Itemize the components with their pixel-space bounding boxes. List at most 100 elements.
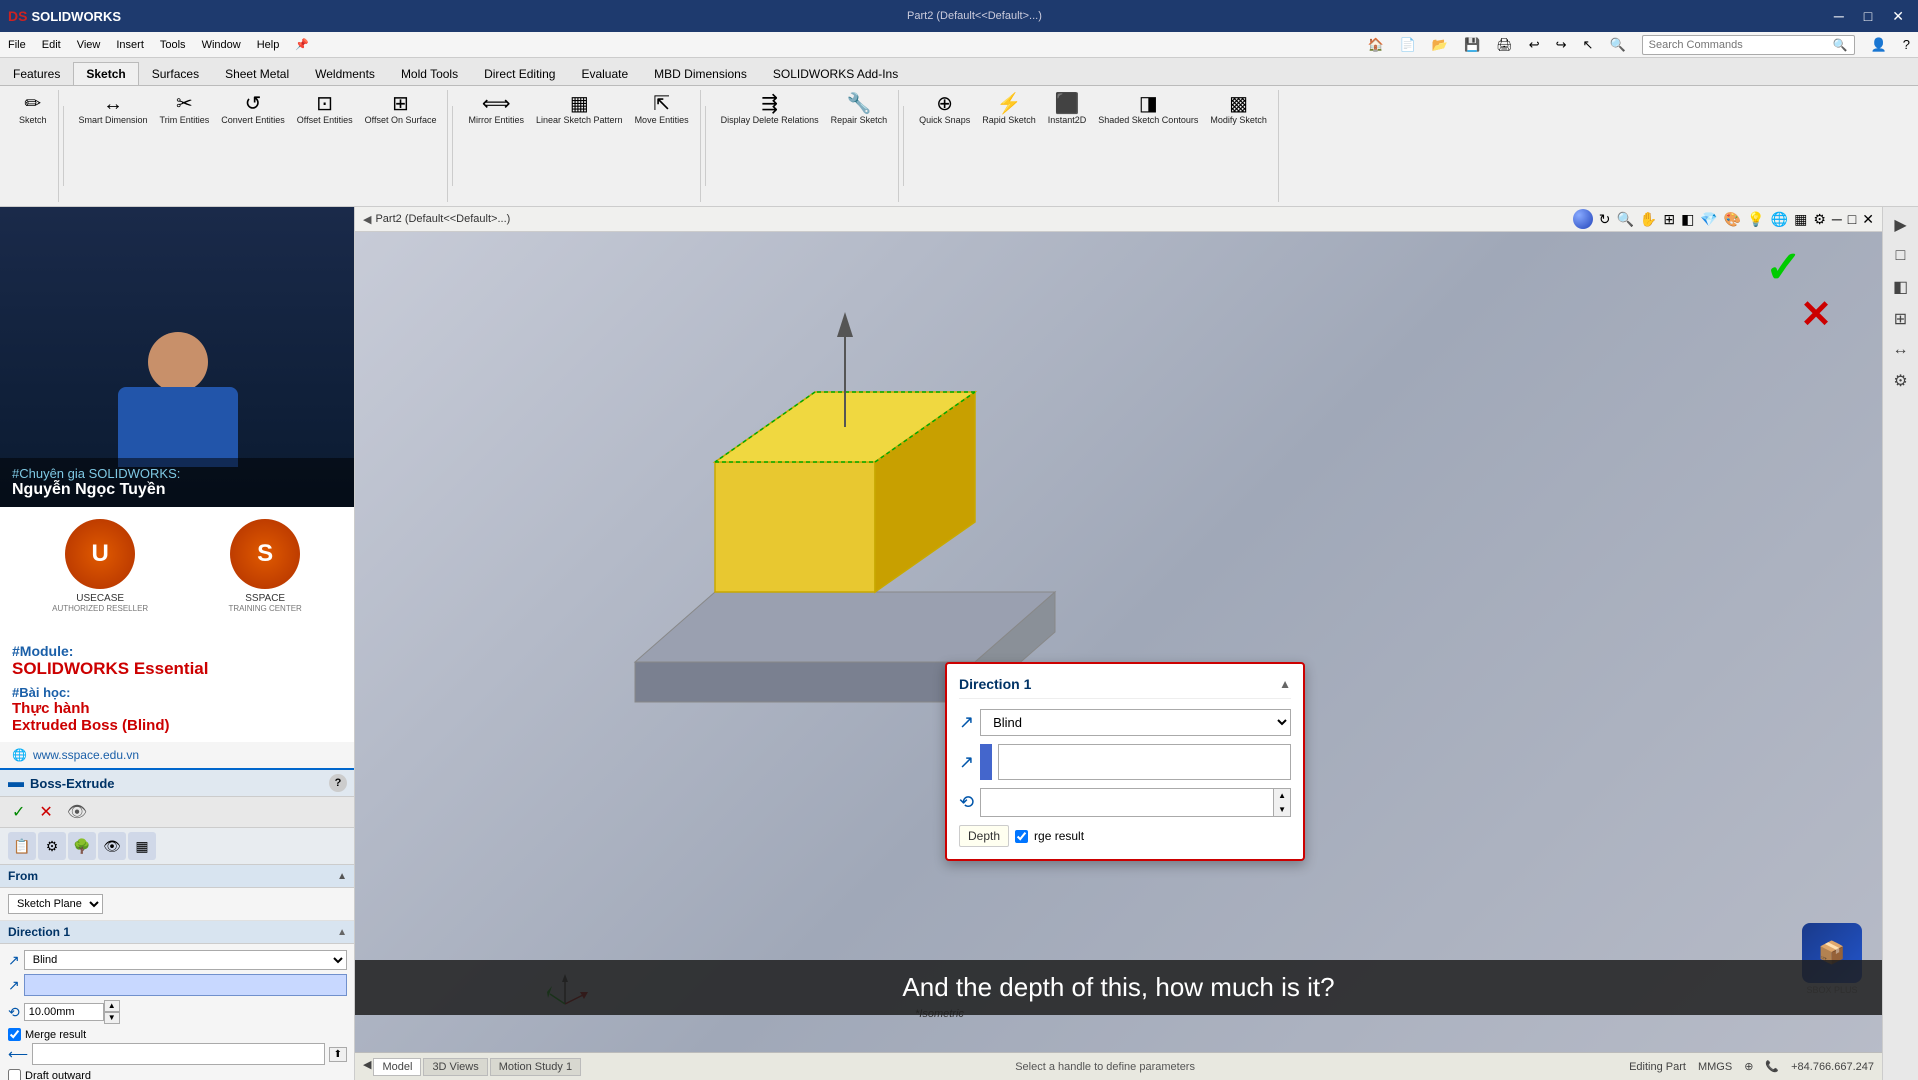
display-style-icon[interactable]: 💎	[1700, 211, 1717, 228]
quick-snaps-btn[interactable]: ⊕ Quick Snaps	[914, 90, 975, 202]
from-section-header[interactable]: From ▲	[0, 865, 355, 888]
tab-mold-tools[interactable]: Mold Tools	[388, 62, 471, 85]
instant2d-btn[interactable]: ⬛ Instant2D	[1043, 90, 1092, 202]
rp-measure-btn[interactable]: ↔	[1889, 337, 1913, 363]
confirm-checkmark-overlay[interactable]: ✓	[1765, 242, 1802, 293]
rapid-sketch-btn[interactable]: ⚡ Rapid Sketch	[977, 90, 1041, 202]
menu-tools[interactable]: Tools	[160, 39, 186, 51]
menu-window[interactable]: Window	[202, 39, 241, 51]
menu-pin[interactable]: 📌	[295, 38, 309, 51]
arrow-back-icon[interactable]: ◀	[363, 213, 371, 226]
display-delete-btn[interactable]: ⇶ Display Delete Relations	[716, 90, 824, 202]
merge-popup-checkbox[interactable]	[1015, 830, 1028, 843]
zoom-fit-icon[interactable]: 🔍	[1616, 211, 1633, 228]
search-input[interactable]	[1649, 39, 1829, 51]
depth-popup-down[interactable]: ▼	[1273, 803, 1290, 817]
select-icon[interactable]: ↖	[1583, 37, 1594, 53]
new-icon[interactable]: 📄	[1400, 37, 1416, 53]
offset-surface-btn[interactable]: ⊞ Offset On Surface	[360, 90, 442, 202]
tab-direct-editing[interactable]: Direct Editing	[471, 62, 568, 85]
rp-view-btn[interactable]: □	[1892, 243, 1910, 269]
materials-icon[interactable]: 🎨	[1724, 211, 1741, 228]
depth-value-input[interactable]	[24, 1003, 104, 1021]
zoom-icon[interactable]: 🔍	[1609, 37, 1625, 53]
prop-manager-btn[interactable]: 📋	[8, 832, 36, 860]
view-sphere[interactable]	[1573, 209, 1593, 229]
undo-icon[interactable]: ↩	[1529, 37, 1540, 53]
scene-icon[interactable]: 🌐	[1771, 211, 1788, 228]
smart-dimension-btn[interactable]: ↔ Smart Dimension	[74, 90, 153, 202]
trim-entities-btn[interactable]: ✂ Trim Entities	[155, 90, 215, 202]
save-icon[interactable]: 💾	[1464, 37, 1480, 53]
viewport-settings-icon[interactable]: ⚙	[1813, 211, 1826, 228]
tab-features[interactable]: Features	[0, 62, 73, 85]
tab-sheet-metal[interactable]: Sheet Metal	[212, 62, 302, 85]
viewport[interactable]: ◀ Part2 (Default<<Default>...) ↻ 🔍 ✋ ⊞ ◧…	[355, 207, 1882, 1080]
view-manager-btn[interactable]: 👁	[98, 832, 126, 860]
search-icon[interactable]: 🔍	[1833, 38, 1848, 52]
cancel-x-overlay[interactable]: ✕	[1800, 292, 1832, 337]
flip-input[interactable]	[32, 1043, 325, 1065]
zoom-select-icon[interactable]: ⊞	[1663, 211, 1675, 228]
status-tab-3dviews[interactable]: 3D Views	[423, 1058, 487, 1076]
menu-view[interactable]: View	[77, 39, 101, 51]
pan-icon[interactable]: ✋	[1640, 211, 1657, 228]
open-icon[interactable]: 📂	[1432, 37, 1448, 53]
depth-popup-up[interactable]: ▲	[1273, 789, 1290, 803]
tab-weldments[interactable]: Weldments	[302, 62, 388, 85]
depth-spin-up[interactable]: ▲	[104, 1000, 120, 1012]
tab-sketch[interactable]: Sketch	[73, 62, 138, 85]
confirm-ok-btn[interactable]: ✓	[8, 801, 29, 823]
confirm-eye-btn[interactable]: 👁	[63, 801, 91, 823]
direction1-section-header[interactable]: Direction 1 ▲	[0, 921, 355, 944]
direction1-popup-input[interactable]	[998, 744, 1291, 780]
redo-icon[interactable]: ↪	[1556, 37, 1567, 53]
mirror-entities-btn[interactable]: ⟺ Mirror Entities	[463, 90, 529, 202]
help-icon[interactable]: ?	[1903, 37, 1910, 52]
direction1-type-select[interactable]: Blind	[24, 950, 347, 970]
convert-entities-btn[interactable]: ↺ Convert Entities	[216, 90, 290, 202]
config-manager-btn[interactable]: ⚙	[38, 832, 66, 860]
modify-sketch-btn[interactable]: ▩ Modify Sketch	[1205, 90, 1272, 202]
direction1-type-popup-select[interactable]: Blind	[980, 709, 1291, 736]
tab-evaluate[interactable]: Evaluate	[568, 62, 641, 85]
from-dropdown[interactable]: Sketch Plane	[8, 894, 103, 914]
rp-settings-btn[interactable]: ⚙	[1889, 367, 1911, 395]
print-icon[interactable]: 🖨	[1496, 37, 1513, 53]
repair-sketch-btn[interactable]: 🔧 Repair Sketch	[826, 90, 893, 202]
direction1-popup-close[interactable]: ▲	[1279, 677, 1291, 691]
status-tab-left[interactable]: ◀	[363, 1058, 371, 1076]
menu-insert[interactable]: Insert	[116, 39, 144, 51]
sketch-btn[interactable]: ✏ Sketch	[14, 90, 52, 202]
tab-surfaces[interactable]: Surfaces	[139, 62, 212, 85]
draft-outward-checkbox[interactable]	[8, 1069, 21, 1080]
rotate-icon[interactable]: ↻	[1599, 211, 1611, 228]
depth-popup-input[interactable]: 20.00mm	[981, 791, 1273, 814]
lights-icon[interactable]: 💡	[1747, 211, 1764, 228]
status-tab-model[interactable]: Model	[373, 1058, 421, 1076]
menu-file[interactable]: File	[8, 39, 26, 51]
status-icon1[interactable]: ⊕	[1744, 1060, 1753, 1073]
shaded-contours-btn[interactable]: ◨ Shaded Sketch Contours	[1093, 90, 1203, 202]
offset-entities-btn[interactable]: ⊡ Offset Entities	[292, 90, 358, 202]
user-icon[interactable]: 👤	[1871, 37, 1887, 53]
vp-maximize[interactable]: □	[1848, 211, 1856, 227]
view-layout-icon[interactable]: ▦	[1794, 211, 1807, 228]
vp-minimize[interactable]: ─	[1832, 211, 1842, 227]
menu-edit[interactable]: Edit	[42, 39, 61, 51]
minimize-btn[interactable]: ─	[1828, 6, 1850, 27]
rp-expand-btn[interactable]: ▶	[1890, 211, 1910, 239]
feature-help-btn[interactable]: ?	[329, 774, 347, 792]
display-manager-btn[interactable]: ▦	[128, 832, 156, 860]
flip-spin-btn[interactable]: ⬆	[329, 1047, 347, 1062]
section-view-icon[interactable]: ◧	[1681, 211, 1694, 228]
linear-pattern-btn[interactable]: ▦ Linear Sketch Pattern	[531, 90, 628, 202]
status-tab-motion[interactable]: Motion Study 1	[490, 1058, 581, 1076]
home-icon[interactable]: 🏠	[1367, 37, 1383, 53]
tab-mbd[interactable]: MBD Dimensions	[641, 62, 760, 85]
rp-display-btn[interactable]: ⊞	[1890, 305, 1911, 333]
confirm-cancel-btn[interactable]: ✕	[35, 801, 56, 823]
maximize-btn[interactable]: □	[1858, 6, 1878, 27]
depth-spin-down[interactable]: ▼	[104, 1012, 120, 1024]
merge-result-checkbox[interactable]	[8, 1028, 21, 1041]
